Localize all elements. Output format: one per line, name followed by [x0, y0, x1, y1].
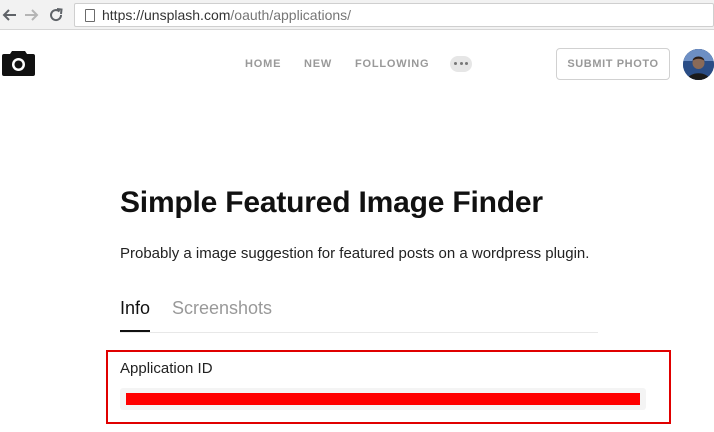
application-id-label: Application ID: [120, 360, 213, 377]
tab-bar: Info Screenshots: [120, 296, 598, 333]
site-header: HOME NEW FOLLOWING SUBMIT PHOTO: [0, 31, 714, 97]
reload-icon[interactable]: [46, 5, 66, 25]
nav-new[interactable]: NEW: [304, 58, 332, 70]
url-host: https://unsplash.com: [102, 7, 231, 23]
nav-following[interactable]: FOLLOWING: [355, 58, 429, 70]
address-bar[interactable]: https://unsplash.com/oauth/applications/: [74, 3, 714, 27]
app-description: Probably a image suggestion for featured…: [120, 245, 590, 262]
page-title: Simple Featured Image Finder: [120, 186, 543, 219]
user-avatar[interactable]: [683, 49, 714, 80]
browser-toolbar: https://unsplash.com/oauth/applications/: [0, 0, 714, 30]
active-tab-indicator: [120, 330, 150, 332]
url-text[interactable]: https://unsplash.com/oauth/applications/: [102, 7, 351, 23]
arrow-right-icon[interactable]: [21, 5, 41, 25]
application-id-field[interactable]: [120, 388, 646, 410]
url-path: /oauth/applications/: [230, 7, 352, 23]
arrow-left-icon[interactable]: [0, 5, 20, 25]
tab-screenshots[interactable]: Screenshots: [172, 298, 272, 319]
nav-home[interactable]: HOME: [245, 58, 281, 70]
ellipsis-icon[interactable]: [450, 56, 472, 72]
tab-info[interactable]: Info: [120, 298, 150, 319]
camera-icon[interactable]: [2, 49, 35, 76]
page-icon: [85, 9, 95, 22]
submit-photo-button[interactable]: SUBMIT PHOTO: [556, 48, 670, 80]
redaction-bar: [126, 393, 640, 405]
